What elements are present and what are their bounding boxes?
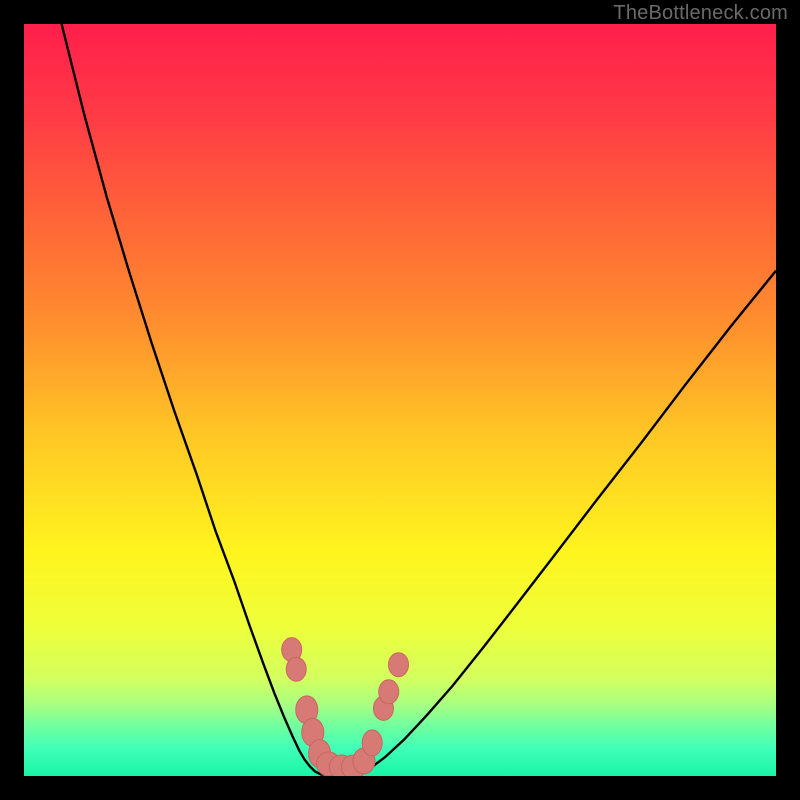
plot-area bbox=[24, 24, 776, 776]
curve-marker bbox=[362, 730, 382, 756]
bottleneck-curve bbox=[24, 24, 776, 776]
chart-frame: TheBottleneck.com bbox=[0, 0, 800, 800]
curve-line bbox=[62, 24, 776, 775]
curve-marker bbox=[286, 657, 306, 681]
curve-marker bbox=[379, 680, 399, 704]
watermark-text: TheBottleneck.com bbox=[613, 2, 788, 25]
curve-marker bbox=[389, 653, 409, 677]
